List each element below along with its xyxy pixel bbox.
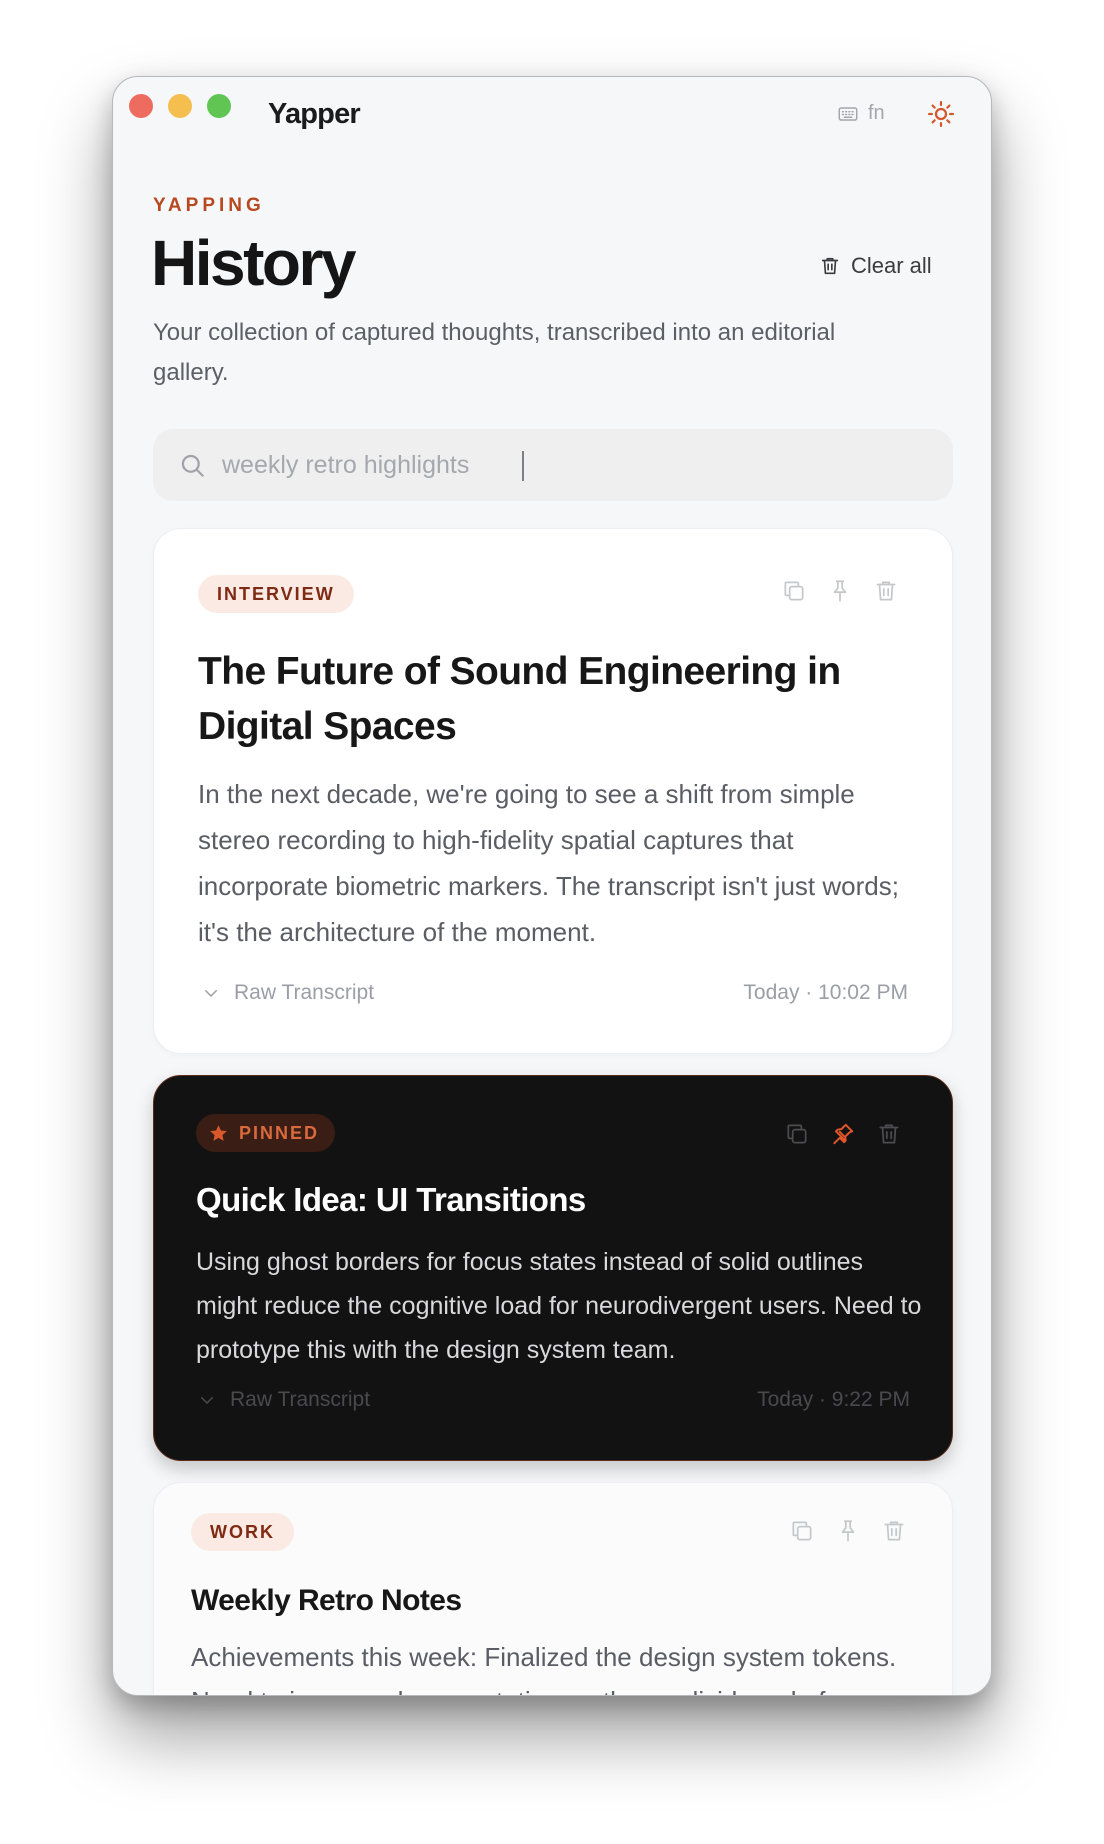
- search-icon: [181, 454, 204, 477]
- delete-button[interactable]: [872, 577, 899, 604]
- history-entry-card[interactable]: INTERVIEW The Future of Sound Engineerin…: [153, 528, 953, 1054]
- section-eyebrow: YAPPING: [153, 195, 265, 216]
- page-title: History: [151, 227, 357, 299]
- trash-icon: [878, 1123, 899, 1144]
- entry-tag: INTERVIEW: [198, 575, 354, 613]
- app-window: Yapper fn YAPPING History Clear all Your…: [112, 76, 992, 1696]
- raw-transcript-label: Raw Transcript: [230, 1388, 371, 1411]
- app-title: Yapper: [268, 98, 361, 130]
- window-minimize-button[interactable]: [168, 94, 192, 118]
- entry-title: The Future of Sound Engineering in Digit…: [198, 650, 841, 748]
- pin-button[interactable]: [834, 1517, 861, 1544]
- copy-icon: [786, 1123, 807, 1144]
- history-entry-card[interactable]: WORK Weekly Retro Notes Achievements thi…: [153, 1482, 953, 1695]
- entry-body: Achievements this week: Finalized the de…: [191, 1642, 897, 1695]
- text-caret: [522, 451, 524, 481]
- history-entry-card-pinned[interactable]: PINNED Quick Idea: UI Transitions Using …: [153, 1075, 953, 1461]
- raw-transcript-toggle[interactable]: Raw Transcript: [198, 1388, 370, 1412]
- entry-body: In the next decade, we're going to see a…: [198, 779, 899, 947]
- theme-toggle-button[interactable]: [925, 98, 957, 130]
- pinned-badge: PINNED: [196, 1114, 336, 1152]
- sun-icon: [928, 101, 954, 127]
- clear-all-button[interactable]: Clear all: [819, 253, 932, 279]
- entry-timestamp: Today · 9:22 PM: [757, 1388, 910, 1411]
- trash-icon: [883, 1520, 904, 1541]
- entry-title: Quick Idea: UI Transitions: [196, 1181, 586, 1218]
- chevron-down-icon: [205, 990, 217, 997]
- raw-transcript-label: Raw Transcript: [234, 981, 375, 1004]
- trash-icon: [875, 580, 896, 601]
- copy-button[interactable]: [788, 1517, 815, 1544]
- entry-tag: WORK: [191, 1513, 294, 1551]
- entry-tag: PINNED: [239, 1122, 320, 1143]
- delete-button[interactable]: [875, 1120, 902, 1147]
- entry-actions: [788, 1517, 907, 1544]
- pin-icon: [841, 1519, 854, 1542]
- copy-icon: [791, 1520, 812, 1541]
- copy-button[interactable]: [780, 577, 807, 604]
- copy-icon: [783, 580, 804, 601]
- title-bar: Yapper fn: [113, 77, 991, 157]
- pin-icon: [833, 579, 846, 602]
- search-bar[interactable]: [153, 429, 953, 501]
- clear-all-label: Clear all: [851, 253, 932, 278]
- delete-button[interactable]: [880, 1517, 907, 1544]
- entry-actions: [783, 1120, 902, 1147]
- pin-button[interactable]: [826, 577, 853, 604]
- pin-icon: [832, 1123, 853, 1144]
- hotkey-indicator[interactable]: fn: [837, 102, 885, 125]
- trash-icon: [821, 257, 839, 275]
- copy-button[interactable]: [783, 1120, 810, 1147]
- entry-title: Weekly Retro Notes: [191, 1584, 462, 1617]
- entry-timestamp: Today · 10:02 PM: [743, 981, 908, 1004]
- page-subtitle: Your collection of captured thoughts, tr…: [153, 319, 836, 386]
- unpin-button[interactable]: [829, 1120, 856, 1147]
- raw-transcript-toggle[interactable]: Raw Transcript: [202, 981, 374, 1005]
- window-zoom-button[interactable]: [207, 94, 231, 118]
- entry-body: Using ghost borders for focus states ins…: [196, 1248, 922, 1364]
- entry-actions: [780, 577, 899, 604]
- hotkey-label: fn: [868, 102, 885, 124]
- window-close-button[interactable]: [129, 94, 153, 118]
- chevron-down-icon: [201, 1397, 213, 1404]
- keyboard-icon: [838, 106, 858, 121]
- star-icon: [210, 1124, 227, 1141]
